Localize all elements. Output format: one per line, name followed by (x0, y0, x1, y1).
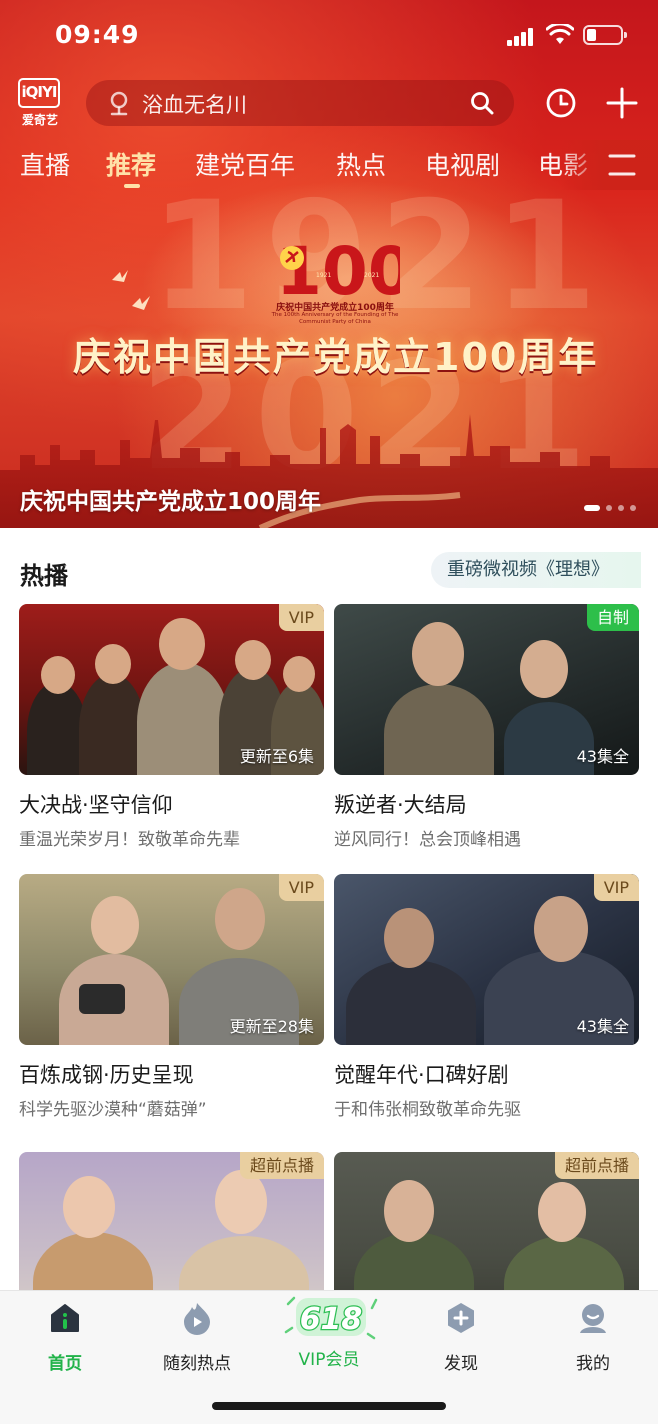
vip-618-text: 618 (300, 1302, 363, 1337)
cellular-signal-icon (507, 26, 535, 46)
discover-plus-icon (448, 1303, 474, 1333)
home-indicator (212, 1402, 446, 1410)
tab-menu-icon[interactable] (608, 153, 636, 177)
tab-party-centennial[interactable]: 建党百年 (195, 146, 295, 182)
video-title[interactable]: 叛逆者·大结局 (334, 789, 639, 819)
nav-discover[interactable]: 发现 (406, 1301, 516, 1374)
active-tab-indicator (124, 184, 140, 188)
video-subtitle: 科学先驱沙漠种“蘑菇弹” (19, 1100, 207, 1120)
banner-headline[interactable]: 庆祝中国共产党成立100周年 (73, 326, 596, 381)
vip-badge: VIP (278, 604, 324, 631)
emblem-caption-en: The 100th Anniversary of the Founding of… (271, 312, 399, 325)
emblem-year-right: 2021 (364, 272, 379, 279)
episode-count: 更新至28集 (229, 1017, 314, 1036)
episode-count: 更新至6集 (239, 747, 314, 766)
flame-play-icon (184, 1303, 210, 1335)
video-card[interactable]: 自制 43集全 叛逆者·大结局 逆风同行！总会顶峰相遇 (334, 604, 639, 850)
location-pin-icon (110, 91, 128, 116)
video-card[interactable]: VIP 更新至6集 大决战·坚守信仰 重温光荣岁月！致敬革命先辈 (19, 604, 324, 850)
section-title: 热播 (20, 562, 68, 590)
vip-618-icon[interactable]: 618 (282, 1294, 380, 1340)
nav-trending[interactable]: 随刻热点 (142, 1301, 252, 1374)
iqiyi-home-screen: 1921 2021 09:49 iQIYI 爱奇艺 浴血无名川 直播 推荐 建党… (0, 0, 658, 1424)
emblem-year-left: 1921 (316, 272, 331, 279)
banner-title[interactable]: 庆祝中国共产党成立100周年 (20, 482, 321, 516)
tab-live[interactable]: 直播 (20, 146, 70, 182)
video-poster[interactable]: VIP 更新至6集 (19, 604, 324, 775)
search-icon[interactable] (470, 91, 494, 115)
nav-label: 我的 (576, 1354, 610, 1374)
carousel-dots (584, 505, 644, 513)
promo-link[interactable]: 重磅微视频《理想》 (431, 552, 641, 588)
video-subtitle: 逆风同行！总会顶峰相遇 (334, 830, 521, 850)
episode-count: 43集全 (576, 747, 629, 766)
add-plus-icon[interactable] (605, 86, 639, 120)
vip-badge: VIP (593, 874, 639, 901)
emblem-number: 100 (276, 233, 400, 310)
home-icon (51, 1304, 79, 1332)
nav-home[interactable]: 首页 (10, 1301, 120, 1374)
nav-label: 首页 (48, 1354, 82, 1374)
hero-header: 1921 2021 09:49 iQIYI 爱奇艺 浴血无名川 直播 推荐 建党… (0, 0, 658, 528)
birds-decoration (112, 270, 150, 310)
tab-tv-series[interactable]: 电视剧 (425, 146, 500, 182)
search-placeholder: 浴血无名川 (142, 93, 247, 117)
search-bar[interactable]: 浴血无名川 (86, 80, 514, 126)
video-card[interactable]: VIP 更新至28集 百炼成钢·历史呈现 科学先驱沙漠种“蘑菇弹” (19, 874, 324, 1120)
profile-icon (580, 1304, 606, 1333)
video-title[interactable]: 觉醒年代·口碑好剧 (334, 1059, 639, 1089)
video-subtitle: 于和伟张桐致敬革命先驱 (334, 1100, 521, 1120)
status-bar: 09:49 (0, 0, 658, 70)
tab-recommend[interactable]: 推荐 (106, 146, 156, 182)
video-card[interactable]: VIP 43集全 觉醒年代·口碑好剧 于和伟张桐致敬革命先驱 (334, 874, 639, 1120)
video-poster[interactable]: VIP 更新至28集 (19, 874, 324, 1045)
history-clock-icon[interactable] (545, 87, 577, 119)
nav-profile[interactable]: 我的 (538, 1301, 648, 1374)
nav-label: 随刻热点 (163, 1354, 231, 1374)
nav-label: 发现 (444, 1354, 478, 1374)
early-access-badge: 超前点播 (239, 1152, 324, 1179)
self-produced-badge: 自制 (586, 604, 639, 631)
video-title[interactable]: 百炼成钢·历史呈现 (19, 1059, 324, 1089)
tab-hot[interactable]: 热点 (336, 146, 386, 182)
status-time: 09:49 (55, 20, 140, 49)
video-title[interactable]: 大决战·坚守信仰 (19, 789, 324, 819)
wifi-icon (546, 24, 574, 44)
early-access-badge: 超前点播 (554, 1152, 639, 1179)
nav-label: VIP会员 (298, 1350, 360, 1370)
logo-mark: iQIYI (18, 78, 60, 108)
video-subtitle: 重温光荣岁月！致敬革命先辈 (19, 830, 240, 850)
video-poster[interactable]: VIP 43集全 (334, 874, 639, 1045)
vip-badge: VIP (278, 874, 324, 901)
episode-count: 43集全 (576, 1017, 629, 1036)
iqiyi-logo[interactable]: iQIYI 爱奇艺 (18, 78, 62, 128)
battery-icon (583, 25, 627, 45)
logo-cn: 爱奇艺 (21, 113, 58, 127)
video-poster[interactable]: 自制 43集全 (334, 604, 639, 775)
